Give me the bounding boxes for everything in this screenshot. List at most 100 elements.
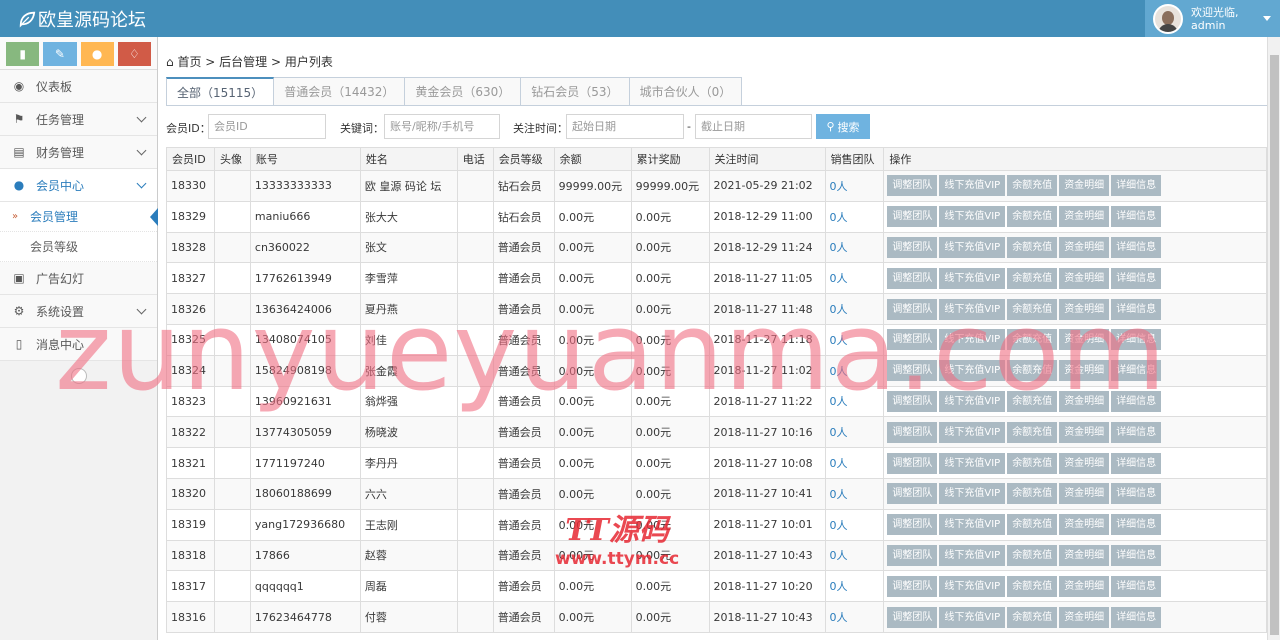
- details-button[interactable]: 详细信息: [1111, 175, 1162, 197]
- fund-details-button[interactable]: 资金明细: [1059, 298, 1110, 320]
- adjust-team-button[interactable]: 调整团队: [887, 452, 938, 474]
- adjust-team-button[interactable]: 调整团队: [887, 544, 938, 566]
- fund-details-button[interactable]: 资金明细: [1059, 267, 1110, 289]
- fund-details-button[interactable]: 资金明细: [1059, 452, 1110, 474]
- balance-recharge-button[interactable]: 余额充值: [1007, 452, 1058, 474]
- tab-gold[interactable]: 黄金会员（630）: [405, 77, 522, 106]
- cell-sales-team[interactable]: 0人: [824, 262, 885, 295]
- details-button[interactable]: 详细信息: [1111, 360, 1162, 382]
- fund-details-button[interactable]: 资金明细: [1059, 575, 1110, 597]
- scrollbar-thumb[interactable]: [1270, 55, 1279, 635]
- adjust-team-button[interactable]: 调整团队: [887, 575, 938, 597]
- offline-vip-recharge-button[interactable]: 线下充值VIP: [939, 606, 1006, 628]
- offline-vip-recharge-button[interactable]: 线下充值VIP: [939, 329, 1006, 351]
- adjust-team-button[interactable]: 调整团队: [887, 360, 938, 382]
- offline-vip-recharge-button[interactable]: 线下充值VIP: [939, 514, 1006, 536]
- details-button[interactable]: 详细信息: [1111, 421, 1162, 443]
- cell-sales-team[interactable]: 0人: [824, 570, 885, 603]
- fund-details-button[interactable]: 资金明细: [1059, 514, 1110, 536]
- cell-sales-team[interactable]: 0人: [824, 477, 885, 510]
- details-button[interactable]: 详细信息: [1111, 298, 1162, 320]
- brand[interactable]: 欧皇源码论坛: [18, 6, 146, 32]
- adjust-team-button[interactable]: 调整团队: [887, 483, 938, 505]
- balance-recharge-button[interactable]: 余额充值: [1007, 329, 1058, 351]
- sidebar-item-settings[interactable]: ⚙ 系统设置: [0, 295, 157, 328]
- sidebar-item-messages[interactable]: ▯ 消息中心: [0, 328, 157, 361]
- users-icon[interactable]: ●: [80, 42, 114, 66]
- fund-details-button[interactable]: 资金明细: [1059, 329, 1110, 351]
- cell-sales-team[interactable]: 0人: [824, 293, 885, 325]
- adjust-team-button[interactable]: 调整团队: [887, 267, 938, 289]
- balance-recharge-button[interactable]: 余额充值: [1007, 360, 1058, 382]
- adjust-team-button[interactable]: 调整团队: [887, 606, 938, 628]
- tab-regular[interactable]: 普通会员（14432）: [274, 77, 406, 106]
- balance-recharge-button[interactable]: 余额充值: [1007, 390, 1058, 412]
- balance-recharge-button[interactable]: 余额充值: [1007, 544, 1058, 566]
- offline-vip-recharge-button[interactable]: 线下充值VIP: [939, 544, 1006, 566]
- balance-recharge-button[interactable]: 余额充值: [1007, 206, 1058, 228]
- fund-details-button[interactable]: 资金明细: [1059, 175, 1110, 197]
- balance-recharge-button[interactable]: 余额充值: [1007, 298, 1058, 320]
- details-button[interactable]: 详细信息: [1111, 206, 1162, 228]
- details-button[interactable]: 详细信息: [1111, 390, 1162, 412]
- details-button[interactable]: 详细信息: [1111, 514, 1162, 536]
- offline-vip-recharge-button[interactable]: 线下充值VIP: [939, 175, 1006, 197]
- offline-vip-recharge-button[interactable]: 线下充值VIP: [939, 421, 1006, 443]
- details-button[interactable]: 详细信息: [1111, 606, 1162, 628]
- cell-sales-team[interactable]: 0人: [824, 385, 885, 418]
- pencil-icon[interactable]: ✎: [43, 42, 77, 66]
- adjust-team-button[interactable]: 调整团队: [887, 514, 938, 536]
- adjust-team-button[interactable]: 调整团队: [887, 421, 938, 443]
- fund-details-button[interactable]: 资金明细: [1059, 606, 1110, 628]
- start-date-input[interactable]: [566, 114, 684, 139]
- sidebar-subitem-member-levels[interactable]: 会员等级: [0, 232, 157, 262]
- balance-recharge-button[interactable]: 余额充值: [1007, 267, 1058, 289]
- breadcrumb-home[interactable]: 首页: [177, 55, 201, 69]
- user-menu[interactable]: 欢迎光临, admin: [1145, 0, 1280, 37]
- offline-vip-recharge-button[interactable]: 线下充值VIP: [939, 298, 1006, 320]
- end-date-input[interactable]: [695, 114, 812, 139]
- tab-city-partner[interactable]: 城市合伙人（0）: [629, 77, 743, 106]
- fund-details-button[interactable]: 资金明细: [1059, 236, 1110, 258]
- details-button[interactable]: 详细信息: [1111, 267, 1162, 289]
- balance-recharge-button[interactable]: 余额充值: [1007, 514, 1058, 536]
- cell-sales-team[interactable]: 0人: [824, 447, 885, 479]
- offline-vip-recharge-button[interactable]: 线下充值VIP: [939, 236, 1006, 258]
- breadcrumb-section[interactable]: 后台管理: [219, 55, 267, 69]
- cell-sales-team[interactable]: 0人: [824, 170, 885, 202]
- details-button[interactable]: 详细信息: [1111, 236, 1162, 258]
- keyword-input[interactable]: [384, 114, 500, 139]
- bell-icon[interactable]: ♢: [117, 42, 151, 66]
- sidebar-subitem-member-management[interactable]: » 会员管理: [0, 202, 158, 232]
- cell-sales-team[interactable]: 0人: [824, 416, 885, 449]
- fund-details-button[interactable]: 资金明细: [1059, 483, 1110, 505]
- sidebar-collapse-button[interactable]: [0, 361, 157, 391]
- adjust-team-button[interactable]: 调整团队: [887, 298, 938, 320]
- cell-sales-team[interactable]: 0人: [824, 200, 885, 233]
- balance-recharge-button[interactable]: 余额充值: [1007, 421, 1058, 443]
- adjust-team-button[interactable]: 调整团队: [887, 206, 938, 228]
- adjust-team-button[interactable]: 调整团队: [887, 329, 938, 351]
- cell-sales-team[interactable]: 0人: [824, 231, 885, 264]
- sidebar-item-finance[interactable]: ▤ 财务管理: [0, 136, 157, 169]
- cell-sales-team[interactable]: 0人: [824, 601, 885, 633]
- balance-recharge-button[interactable]: 余额充值: [1007, 606, 1058, 628]
- fund-details-button[interactable]: 资金明细: [1059, 421, 1110, 443]
- offline-vip-recharge-button[interactable]: 线下充值VIP: [939, 390, 1006, 412]
- search-button[interactable]: ⚲ 搜索: [816, 114, 870, 139]
- fund-details-button[interactable]: 资金明细: [1059, 390, 1110, 412]
- offline-vip-recharge-button[interactable]: 线下充值VIP: [939, 483, 1006, 505]
- fund-details-button[interactable]: 资金明细: [1059, 544, 1110, 566]
- tab-all[interactable]: 全部（15115）: [166, 77, 275, 106]
- details-button[interactable]: 详细信息: [1111, 483, 1162, 505]
- sidebar-item-tasks[interactable]: ⚑ 任务管理: [0, 103, 157, 136]
- offline-vip-recharge-button[interactable]: 线下充值VIP: [939, 575, 1006, 597]
- offline-vip-recharge-button[interactable]: 线下充值VIP: [939, 206, 1006, 228]
- details-button[interactable]: 详细信息: [1111, 544, 1162, 566]
- cell-sales-team[interactable]: 0人: [824, 508, 885, 541]
- balance-recharge-button[interactable]: 余额充值: [1007, 575, 1058, 597]
- fund-details-button[interactable]: 资金明细: [1059, 206, 1110, 228]
- page-scrollbar[interactable]: [1267, 37, 1280, 640]
- offline-vip-recharge-button[interactable]: 线下充值VIP: [939, 360, 1006, 382]
- signal-icon[interactable]: ▮: [6, 42, 40, 66]
